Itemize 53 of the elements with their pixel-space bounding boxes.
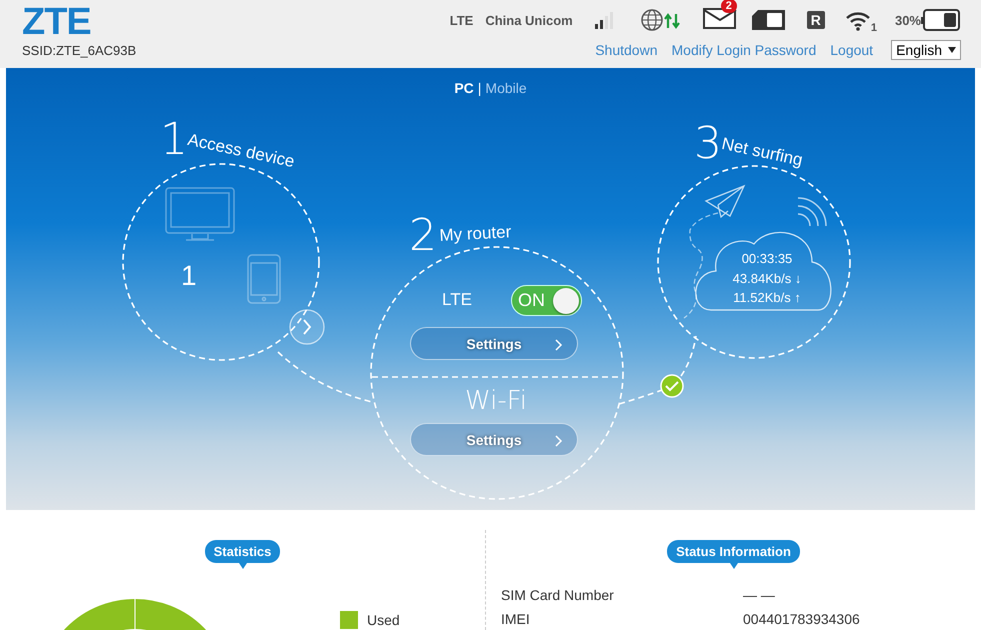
separator: | [478,80,482,96]
message-count-badge: 2 [720,0,737,12]
operator-name: China Unicom [485,12,573,28]
logout-link[interactable]: Logout [830,42,874,58]
shutdown-link[interactable]: Shutdown [595,42,658,58]
statistics-badge: Statistics [204,540,280,563]
globe-icon [640,8,683,32]
monitor-icon [165,187,235,241]
connector-line [680,336,697,376]
battery-percentage: 30% [894,12,921,28]
language-select[interactable]: English [891,40,961,60]
connector-line [618,389,662,405]
wifi-label: Wi-Fi [465,386,528,416]
arrow-button[interactable] [289,309,325,345]
roaming-indicator: R [806,11,825,29]
battery-icon [921,9,961,31]
network-type: LTE [450,12,474,28]
lte-label: LTE [442,290,472,310]
device-count: 1 [181,260,197,292]
lte-toggle[interactable]: ON [511,285,582,316]
phone-icon [247,254,281,304]
caret-icon [948,47,956,53]
info-label: SIM Card Number [501,587,615,603]
step-number: 2 [409,214,437,258]
badge-pointer [238,563,246,569]
paper-plane-icon [705,184,746,218]
info-label: IMEI [501,611,531,627]
step-number: 3 [694,122,722,166]
ssid-label: SSID:ZTE_6AC93B [22,43,136,58]
info-value: — — [743,587,776,603]
step-title: Net surfing [720,134,804,171]
view-option[interactable]: Mobile [485,80,527,96]
status-information-badge: Status Information [667,540,800,563]
step-title: My router [439,222,512,246]
sim-card-icon [750,9,787,31]
step-number: 1 [160,118,188,162]
chevron-icon [555,339,563,351]
info-value: 004401783934306 [743,611,861,627]
download-speed: 43.84Kb/s ↓ [732,271,802,286]
badge-pointer [730,563,738,569]
upload-speed: 11.52Kb/s ↑ [732,290,802,305]
connection-duration: 00:33:35 [740,251,794,266]
chevron-icon [555,435,563,447]
step-title: Access device [186,130,296,172]
signal-icon [592,10,615,30]
logo: ZTE [22,3,92,41]
change-password-link[interactable]: Modify Login Password [672,42,816,58]
legend-label: Used [367,612,400,628]
signal-waves-icon [797,197,827,227]
lte-settings-button[interactable]: Settings [410,327,578,360]
wifi-client-count: 1 [870,22,877,34]
wifi-settings-button[interactable]: Settings [410,423,578,456]
view-option[interactable]: PC [454,80,474,96]
